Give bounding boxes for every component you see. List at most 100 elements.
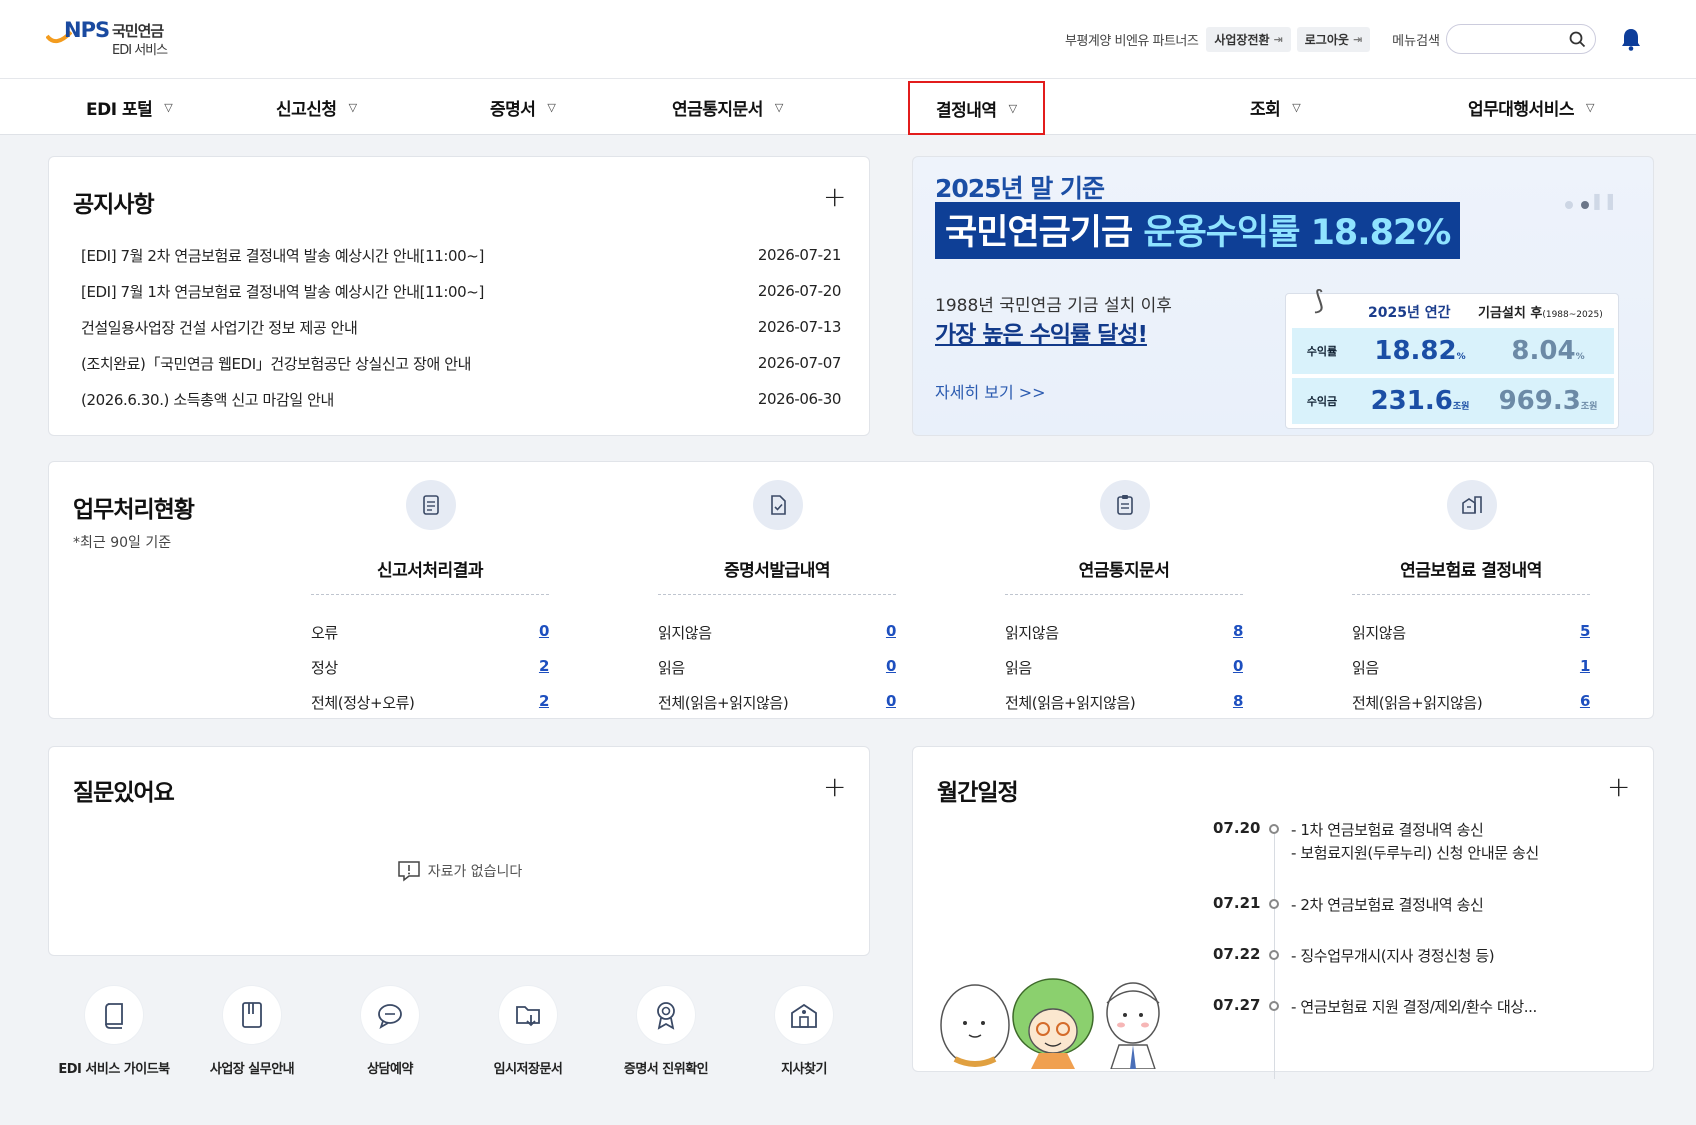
schedule-line: - 2차 연금보험료 결정내역 송신 (1291, 896, 1484, 914)
quick-link-workplace-guide[interactable]: 사업장 실무안내 (188, 986, 316, 1077)
status-col-title: 증명서발급내역 (724, 561, 830, 581)
schedule-date: 07.27 (1213, 996, 1261, 1014)
quick-link-find-branch[interactable]: 지사찾기 (740, 986, 868, 1077)
quick-link-temp-docs[interactable]: 임시저장문서 (464, 986, 592, 1077)
schedule-text: - 2차 연금보험료 결정내역 송신 (1291, 894, 1484, 917)
menu-search-label: 메뉴검색 (1392, 33, 1440, 49)
switch-workplace-button[interactable]: 사업장전환 ⇥ (1206, 26, 1291, 52)
nav-label: 업무대행서비스 (1468, 99, 1574, 120)
status-row: 읽지않음 0 (658, 622, 896, 643)
stat-label: 수익금 (1306, 395, 1338, 408)
notification-bell-icon[interactable] (1620, 27, 1642, 51)
logout-icon: ⇥ (1352, 32, 1363, 46)
logout-button[interactable]: 로그아웃 ⇥ (1296, 26, 1371, 52)
empty-text: 자료가 없습니다 (427, 864, 523, 880)
quick-link-consult[interactable]: 상담예약 (326, 986, 454, 1077)
nav-pension-notice[interactable]: 연금통지문서 ▽ (672, 79, 783, 135)
notice-date: 2026-07-20 (757, 282, 842, 300)
schedule-more-button[interactable]: + (1607, 773, 1630, 801)
banner-pause-icon[interactable]: ❚❚ (1590, 191, 1617, 210)
qna-card: 질문있어요 + 자료가 없습니다 (48, 746, 870, 956)
nav-report-apply[interactable]: 신고신청 ▽ (276, 79, 357, 135)
status-row-count-link[interactable]: 8 (1233, 622, 1243, 643)
qna-more-button[interactable]: + (823, 773, 846, 801)
status-row: 전체(읽음+읽지않음) 6 (1352, 692, 1590, 713)
nps-logo[interactable]: NPS 국민연금 EDI 서비스 (46, 18, 186, 58)
document-icon (406, 480, 456, 530)
status-row-label: 읽지않음 (1352, 624, 1406, 642)
notice-item[interactable]: (조치완료)「국민연금 웹EDI」건강보험공단 상실신고 장애 안내 2026-0… (81, 345, 841, 381)
status-row-label: 전체(정상+오류) (311, 694, 415, 712)
status-row-count-link[interactable]: 1 (1580, 657, 1590, 678)
notice-more-button[interactable]: + (823, 183, 846, 211)
status-row-count-link[interactable]: 2 (539, 657, 549, 678)
logo-brand: NPS (64, 18, 110, 42)
schedule-line: - 보험료지원(두루누리) 신청 안내문 송신 (1291, 844, 1539, 862)
notice-card: 공지사항 + [EDI] 7월 2차 연금보험료 결정내역 발송 예상시간 안내… (48, 156, 870, 436)
status-row-count-link[interactable]: 0 (886, 622, 896, 643)
status-row: 읽음 1 (1352, 657, 1590, 678)
status-row-count-link[interactable]: 6 (1580, 692, 1590, 713)
stat-value-annual: 18.82% (1352, 336, 1488, 366)
banner-dot-active[interactable] (1581, 201, 1589, 209)
fund-stat-card: ⟆ 2025년 연간 기금설치 후(1988~2025) 수익률 18.82% … (1285, 286, 1619, 429)
paperclip-icon: ⟆ (1314, 286, 1325, 316)
status-row-label: 읽지않음 (1005, 624, 1059, 642)
notice-item[interactable]: [EDI] 7월 2차 연금보험료 결정내역 발송 예상시간 안내[11:00~… (81, 237, 841, 273)
menu-search-input[interactable] (1459, 25, 1569, 53)
notice-text: 건설일용사업장 건설 사업기간 정보 제공 안내 (81, 318, 358, 337)
status-row-count-link[interactable]: 0 (886, 657, 896, 678)
banner-subtext: 1988년 국민연금 기금 설치 이후 (935, 296, 1172, 316)
status-col-title: 연금통지문서 (1078, 561, 1170, 581)
character-illustration (940, 978, 1160, 1069)
nav-label: 증명서 (490, 99, 536, 120)
qna-title: 질문있어요 (73, 780, 175, 806)
manual-icon (223, 986, 281, 1044)
status-row-label: 읽음 (1352, 659, 1379, 677)
certificate-doc-icon (753, 480, 803, 530)
schedule-line-text: 1차 연금보험료 결정내역 송신 (1300, 821, 1484, 839)
branch-icon (775, 986, 833, 1044)
nav-inquiry[interactable]: 조회 ▽ (1250, 79, 1301, 135)
status-row-count-link[interactable]: 0 (1233, 657, 1243, 678)
notice-title: 공지사항 (73, 192, 155, 218)
status-row-label: 읽음 (658, 659, 685, 677)
schedule-line: - 연금보험료 지원 결정/제외/환수 대상... (1291, 998, 1537, 1016)
top-header: NPS 국민연금 EDI 서비스 부평계양 비엔유 파트너즈 사업장전환 ⇥ 로… (0, 0, 1696, 78)
chevron-down-icon: ▽ (1585, 100, 1594, 114)
stat-header-period: (1988~2025) (1542, 310, 1603, 320)
banner-dot[interactable] (1565, 201, 1573, 209)
status-row-count-link[interactable]: 0 (539, 622, 549, 643)
banner-headline-a: 국민연금기금 (945, 213, 1144, 253)
empty-alert-icon (397, 861, 420, 882)
status-row-count-link[interactable]: 5 (1580, 622, 1590, 643)
fund-return-banner[interactable]: 2025년 말 기준 국민연금기금 운용수익률 18.82% ❚❚ 1988년 … (912, 156, 1654, 436)
schedule-line: - 징수업무개시(지사 경정신청 등) (1291, 947, 1495, 965)
switch-workplace-label: 사업장전환 (1214, 32, 1270, 47)
nav-edi-portal[interactable]: EDI 포털 ▽ (86, 79, 173, 135)
chat-icon (361, 986, 419, 1044)
nav-agency-service[interactable]: 업무대행서비스 ▽ (1468, 79, 1594, 135)
schedule-line: - 1차 연금보험료 결정내역 송신 (1291, 821, 1484, 839)
banner-highlight: 가장 높은 수익률 달성! (935, 322, 1148, 348)
timeline-bullet (1269, 1001, 1279, 1011)
notice-item[interactable]: [EDI] 7월 1차 연금보험료 결정내역 발송 예상시간 안내[11:00~… (81, 273, 841, 309)
status-row-count-link[interactable]: 2 (539, 692, 549, 713)
certificate-icon (637, 986, 695, 1044)
quick-link-cert-verify[interactable]: 증명서 진위확인 (602, 986, 730, 1077)
banner-more-link[interactable]: 자세히 보기 >> (935, 379, 1046, 403)
search-icon[interactable] (1569, 31, 1586, 48)
banner-headline: 국민연금기금 운용수익률 18.82% (935, 202, 1461, 259)
notice-date: 2026-07-13 (757, 318, 842, 336)
notice-item[interactable]: 건설일용사업장 건설 사업기간 정보 제공 안내 2026-07-13 (81, 309, 841, 345)
status-row-count-link[interactable]: 0 (886, 692, 896, 713)
status-row: 읽음 0 (1005, 657, 1243, 678)
nav-decision-details[interactable]: 결정내역 ▽ (908, 81, 1045, 135)
notice-item[interactable]: (2026.6.30.) 소득총액 신고 마감일 안내 2026-06-30 (81, 381, 841, 417)
stat-row-rate: 수익률 18.82% 8.04% (1292, 328, 1614, 374)
divider (311, 594, 549, 595)
status-row-count-link[interactable]: 8 (1233, 692, 1243, 713)
quick-link-guidebook[interactable]: EDI 서비스 가이드북 (50, 986, 178, 1077)
notice-date: 2026-06-30 (757, 390, 842, 408)
nav-certificate[interactable]: 증명서 ▽ (490, 79, 556, 135)
